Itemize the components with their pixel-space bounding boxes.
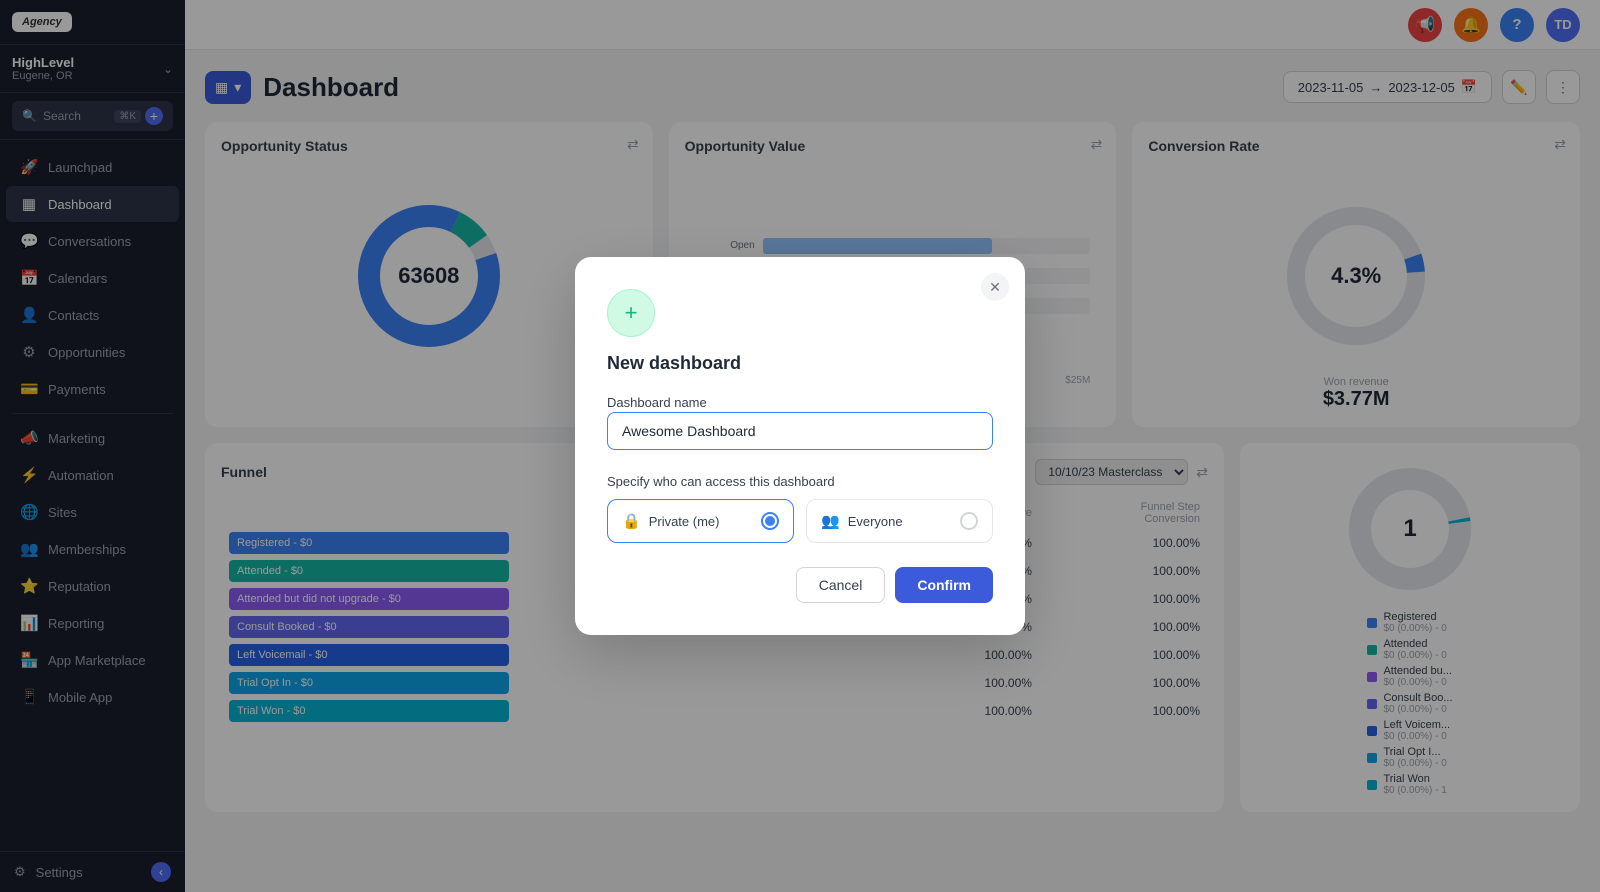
lock-icon: 🔒 [622, 512, 641, 530]
private-option[interactable]: 🔒 Private (me) [607, 499, 794, 543]
name-label: Dashboard name [607, 395, 707, 410]
group-icon: 👥 [821, 512, 840, 530]
close-button[interactable]: ✕ [981, 273, 1009, 301]
dashboard-name-input[interactable] [607, 412, 993, 450]
modal-actions: Cancel Confirm [607, 567, 993, 603]
radio-private[interactable] [761, 512, 779, 530]
access-label: Specify who can access this dashboard [607, 474, 993, 489]
modal-overlay[interactable]: ✕ + New dashboard Dashboard name Specify… [0, 0, 1600, 892]
modal-icon: + [607, 289, 655, 337]
confirm-button[interactable]: Confirm [895, 567, 993, 603]
cancel-button[interactable]: Cancel [796, 567, 886, 603]
modal-title: New dashboard [607, 353, 993, 374]
new-dashboard-modal: ✕ + New dashboard Dashboard name Specify… [575, 257, 1025, 635]
everyone-label: Everyone [848, 514, 903, 529]
private-label: Private (me) [649, 514, 720, 529]
access-options: 🔒 Private (me) 👥 Everyone [607, 499, 993, 543]
everyone-option[interactable]: 👥 Everyone [806, 499, 993, 543]
plus-icon: + [625, 300, 638, 326]
radio-everyone[interactable] [960, 512, 978, 530]
